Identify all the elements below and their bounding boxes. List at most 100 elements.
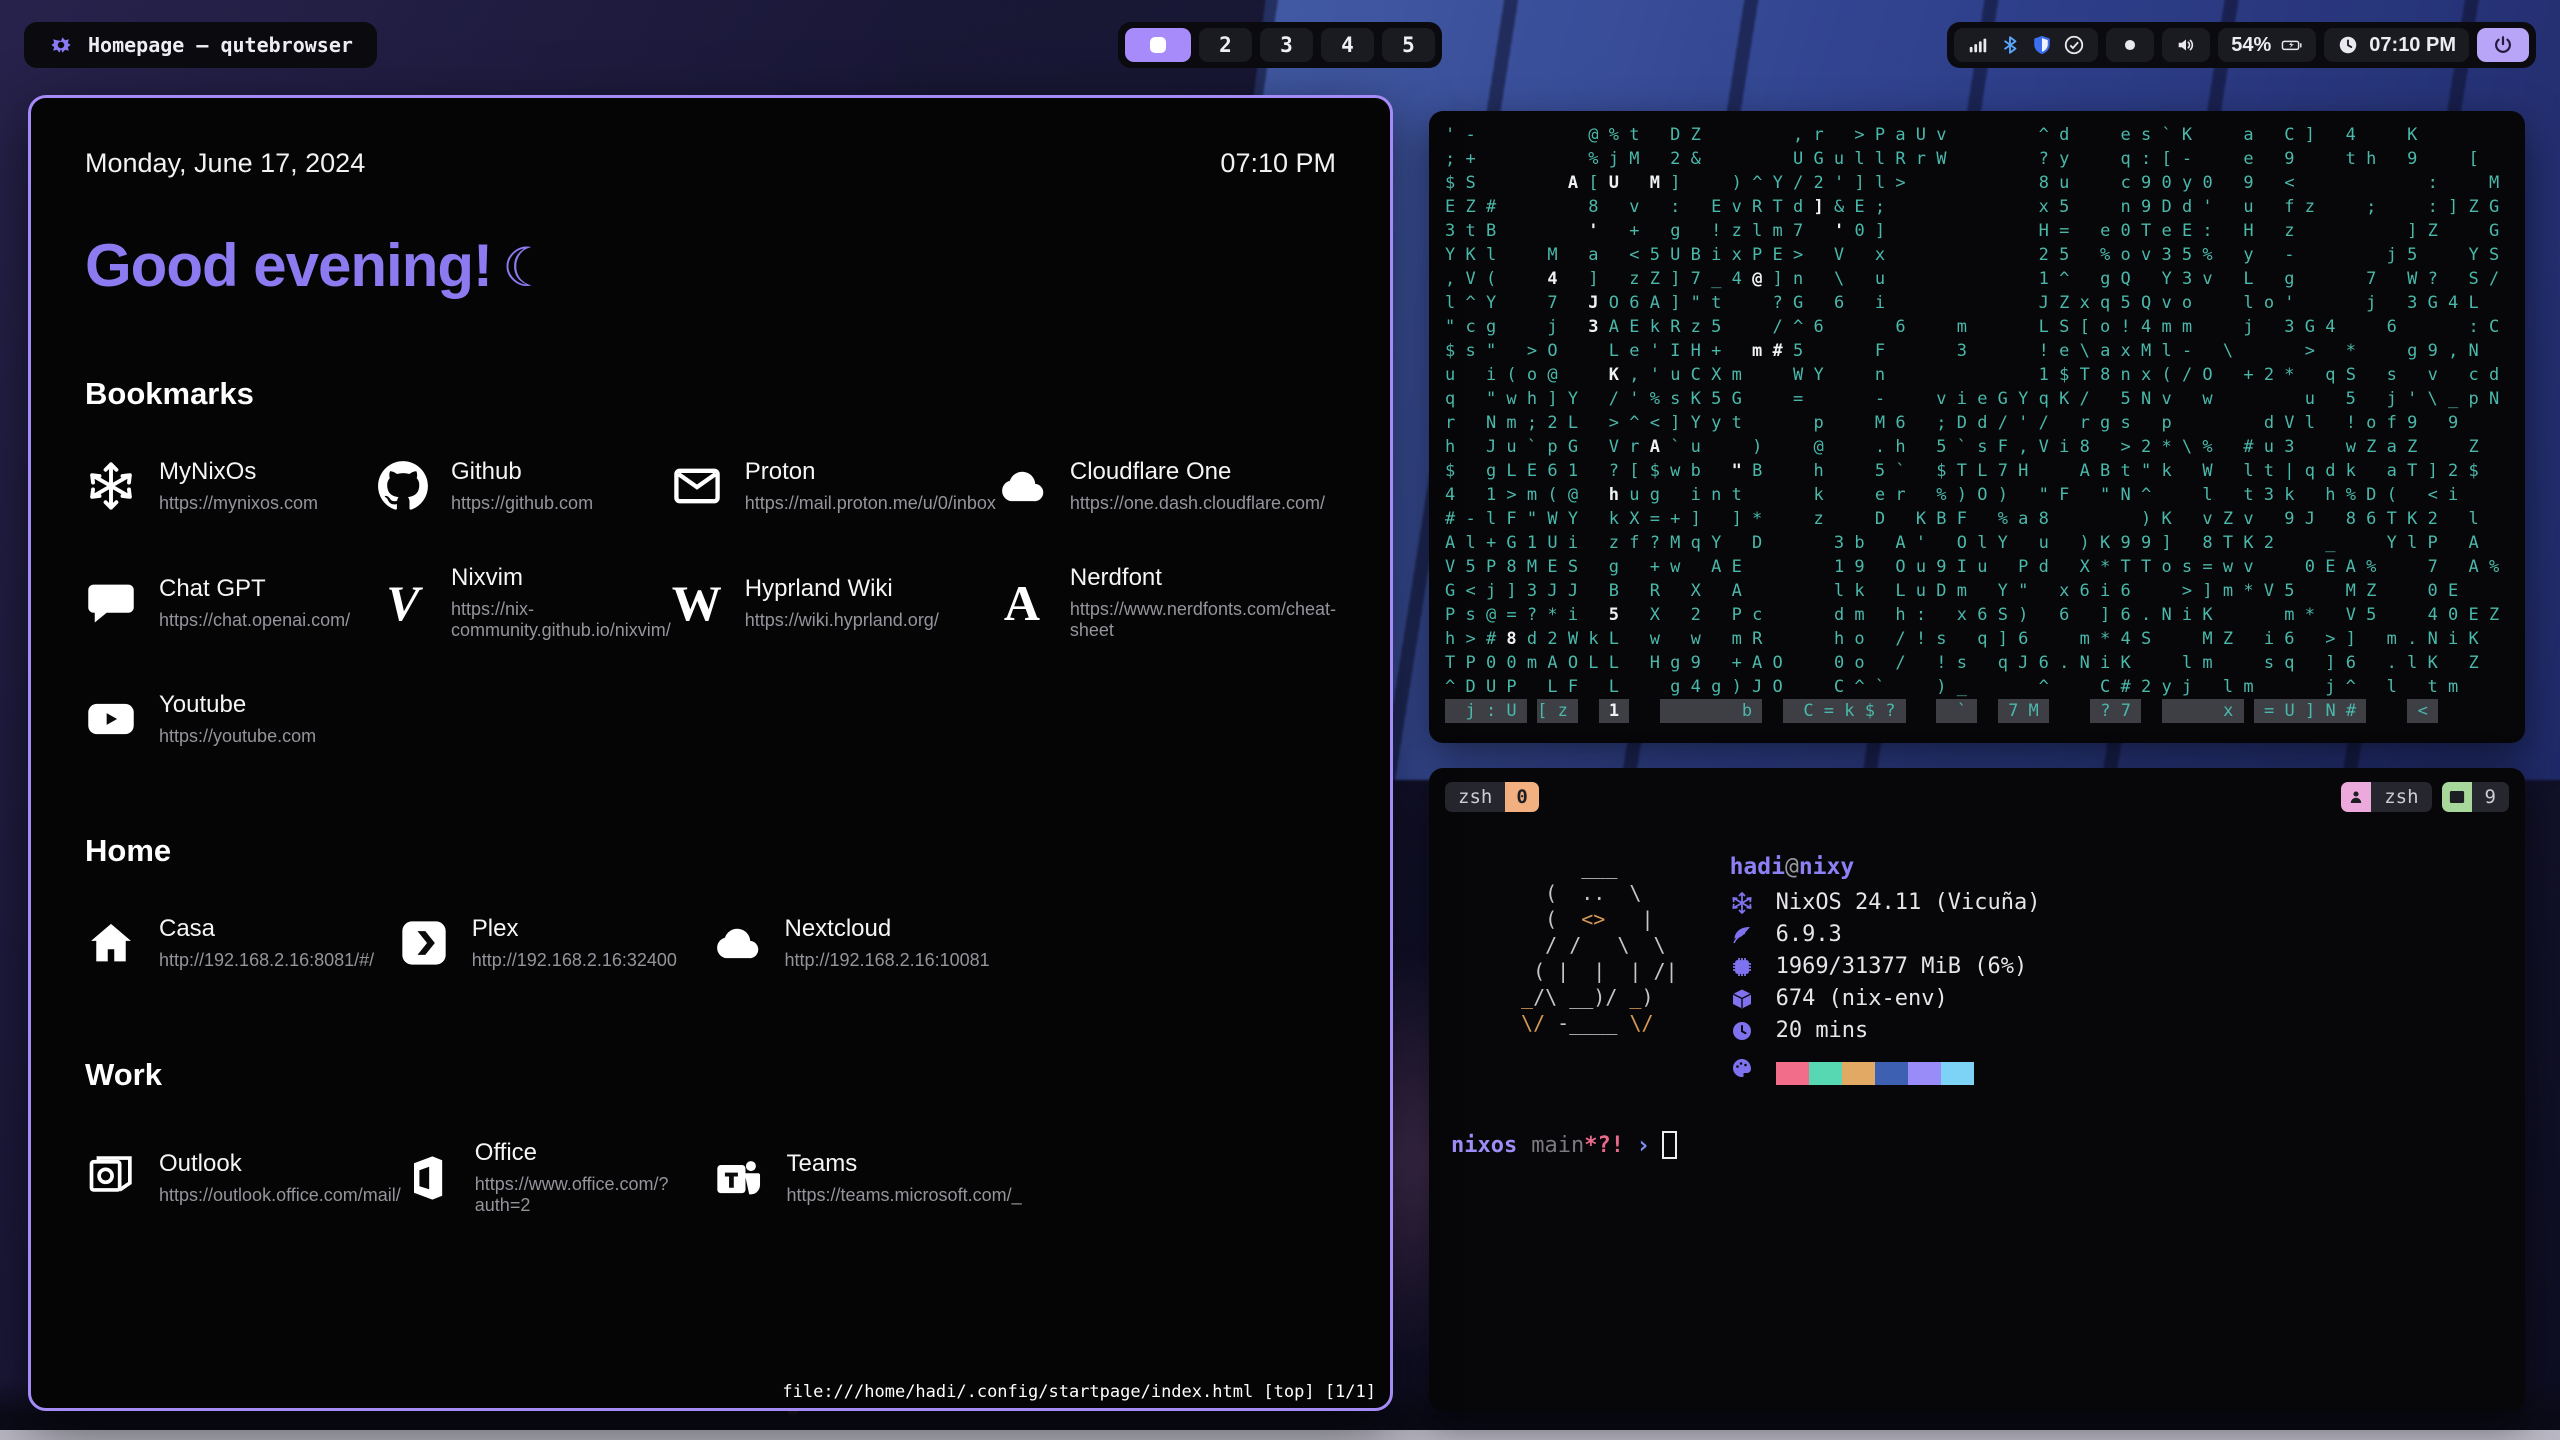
bookmark-url: https://mail.proton.me/u/0/inbox [745,493,996,514]
palette-icon [1730,1056,1754,1080]
shield-icon[interactable] [2031,34,2053,56]
cloud-icon [996,460,1048,512]
tray-battery-box[interactable]: 54% [2218,28,2316,62]
kernel-icon [1730,923,1754,947]
bookmark-url: https://chat.openai.com/ [159,610,350,631]
terminal-color-swatches [1776,1062,1974,1085]
shell-prompt[interactable]: nixos main*?! › [1451,1131,2509,1159]
color-swatch-1 [1809,1062,1842,1085]
session-indicator[interactable]: zsh [2341,782,2431,812]
bookmark-name: Casa [159,915,374,943]
clock-icon [2337,34,2359,56]
system-tray: 54% 07:10 PM [1947,22,2536,68]
matrix-row: V 5 P 8 M E S g + w A E 1 9 O u 9 I u P … [1445,555,2509,579]
qutebrowser-window[interactable]: Monday, June 17, 2024 07:10 PM Good even… [28,95,1393,1411]
bookmark-link[interactable]: Outlookhttps://outlook.office.com/mail/ [85,1139,401,1216]
matrix-row: $ s " > O L e ' I H + m # 5 F 3 ! e \ a … [1445,339,2509,363]
bluetooth-icon[interactable] [1999,34,2021,56]
volume-icon [2175,34,2197,56]
section-title: Bookmarks [85,376,1336,412]
check-circle-icon[interactable] [2063,34,2085,56]
tab-zsh[interactable]: zsh 0 [1445,782,1539,812]
bookmark-meta: Officehttps://www.office.com/?auth=2 [475,1139,713,1216]
greeting: Good evening!☾ [85,231,1336,300]
bookmark-name: Github [451,458,593,486]
fetch-text: NixOS 24.11 (Vicuña) [1776,890,2041,915]
bookmark-name: MyNixOs [159,458,318,486]
bookmark-link[interactable]: Officehttps://www.office.com/?auth=2 [401,1139,713,1216]
bookmark-meta: Youtubehttps://youtube.com [159,691,316,747]
bookmark-grid: Casa http://192.168.2.16:8081/#/ Plexhttp:… [85,915,1336,971]
wiki-icon: W [671,577,723,629]
tray-volume-box[interactable] [2162,28,2210,62]
chat-bubble-icon [85,577,137,629]
bookmark-url: https://wiki.hyprland.org/ [745,610,939,631]
bookmark-meta: MyNixOshttps://mynixos.com [159,458,318,514]
power-icon [2492,34,2514,56]
section-work: Work Outlookhttps://outlook.office.com/ma… [85,1057,1336,1216]
terminal-icon [2448,788,2466,806]
zellij-tabbar: zsh 0 zsh 9 [1445,782,2509,812]
section-title: Home [85,833,1336,869]
matrix-row: P s @ = ? * i 5 X 2 P c d m h : x 6 S ) … [1445,603,2509,627]
bookmark-link[interactable]: Plexhttp://192.168.2.16:32400 [398,915,711,971]
section-title: Work [85,1057,1336,1093]
bookmark-name: Office [475,1139,713,1167]
bookmark-name: Chat GPT [159,575,350,603]
bookmark-link[interactable]: Nextcloudhttp://192.168.2.16:10081 [711,915,1024,971]
bookmark-url: https://youtube.com [159,726,316,747]
matrix-row: # - l F " W Y k X = + ] ] * z D K B F % … [1445,507,2509,531]
bookmark-link[interactable]: WHyprland Wikihttps://wiki.hyprland.org/ [671,564,996,641]
signal-icon[interactable] [1967,34,1989,56]
session-name: zsh [2371,782,2431,812]
bookmark-link[interactable]: Casa http://192.168.2.16:8081/#/ [85,915,398,971]
bookmark-meta: Nextcloudhttp://192.168.2.16:10081 [785,915,990,971]
matrix-row: h J u ` p G V r A ` u ) @ . h 5 ` s F , … [1445,435,2509,459]
pane-count-indicator[interactable]: 9 [2442,782,2509,812]
fetch-text: 6.9.3 [1776,922,1842,947]
matrix-row: ^ D U P L F L g 4 g ) J O C ^ ` ) _ ^ C … [1445,675,2509,699]
bookmark-link[interactable]: Githubhttps://github.com [377,458,671,514]
fastfetch-user: hadi [1730,854,1785,880]
workspace-button-1[interactable] [1125,28,1191,62]
tray-record-box[interactable] [2106,28,2154,62]
matrix-row: u i ( o @ K , ' u C X m W Y n 1 $ T 8 n … [1445,363,2509,387]
vim-icon: V [377,577,429,629]
bookmark-link[interactable]: Chat GPT https://chat.openai.com/ [85,564,377,641]
fastfetch-title: hadi@nixy [1730,854,2041,880]
bookmark-link[interactable]: V Nixvimhttps://nix-community.github.io/n… [377,564,671,641]
bookmark-link[interactable]: Teamshttps://teams.microsoft.com/_ [713,1139,1025,1216]
power-button[interactable] [2477,28,2529,62]
workspace-button-5[interactable]: 5 [1382,28,1435,62]
window-title-pill: Homepage — qutebrowser [24,22,377,68]
font-icon: A [996,577,1048,629]
bookmark-meta: Githubhttps://github.com [451,458,593,514]
bookmark-url: https://nix-community.github.io/nixvim/ [451,599,671,641]
tray-clock-box[interactable]: 07:10 PM [2324,28,2469,62]
workspace-button-4[interactable]: 4 [1321,28,1374,62]
battery-percent: 54% [2231,34,2271,57]
plex-icon [398,917,450,969]
tray-status-group [1954,28,2098,62]
matrix-terminal-window[interactable]: ' - @ % t D Z , r > P a U v ^ d e s ` K … [1429,111,2525,743]
bookmark-grid: MyNixOshttps://mynixos.comGithubhttps://… [85,458,1336,747]
bookmark-link[interactable]: ANerdfonthttps://www.nerdfonts.com/cheat… [996,564,1336,641]
matrix-row: , V ( 4 ] z Z ] 7 _ 4 @ ] n \ u 1 ^ g Q … [1445,267,2509,291]
bookmark-link[interactable]: Protonhttps://mail.proton.me/u/0/inbox [671,458,996,514]
prompt-arrow-icon: › [1636,1131,1650,1159]
bookmark-link[interactable]: Youtubehttps://youtube.com [85,691,377,747]
bookmark-link[interactable]: Cloudflare Onehttps://one.dash.cloudflar… [996,458,1336,514]
workspace-button-2[interactable]: 2 [1199,28,1252,62]
bookmark-link[interactable]: MyNixOshttps://mynixos.com [85,458,377,514]
workspaces: 2345 [1118,22,1442,68]
teams-icon [713,1152,765,1204]
workspace-button-3[interactable]: 3 [1260,28,1313,62]
bookmark-url: https://outlook.office.com/mail/ [159,1185,401,1206]
bookmark-meta: Nixvimhttps://nix-community.github.io/ni… [451,564,671,641]
bookmark-name: Cloudflare One [1070,458,1325,486]
bookmark-url: http://192.168.2.16:8081/#/ [159,950,374,971]
fetch-terminal-window[interactable]: zsh 0 zsh 9 ___ ( .. \ ( <> | / / \ \ ( … [1429,768,2525,1411]
office-icon [401,1152,453,1204]
tray-time: 07:10 PM [2369,34,2456,57]
pane-count: 9 [2472,782,2509,812]
